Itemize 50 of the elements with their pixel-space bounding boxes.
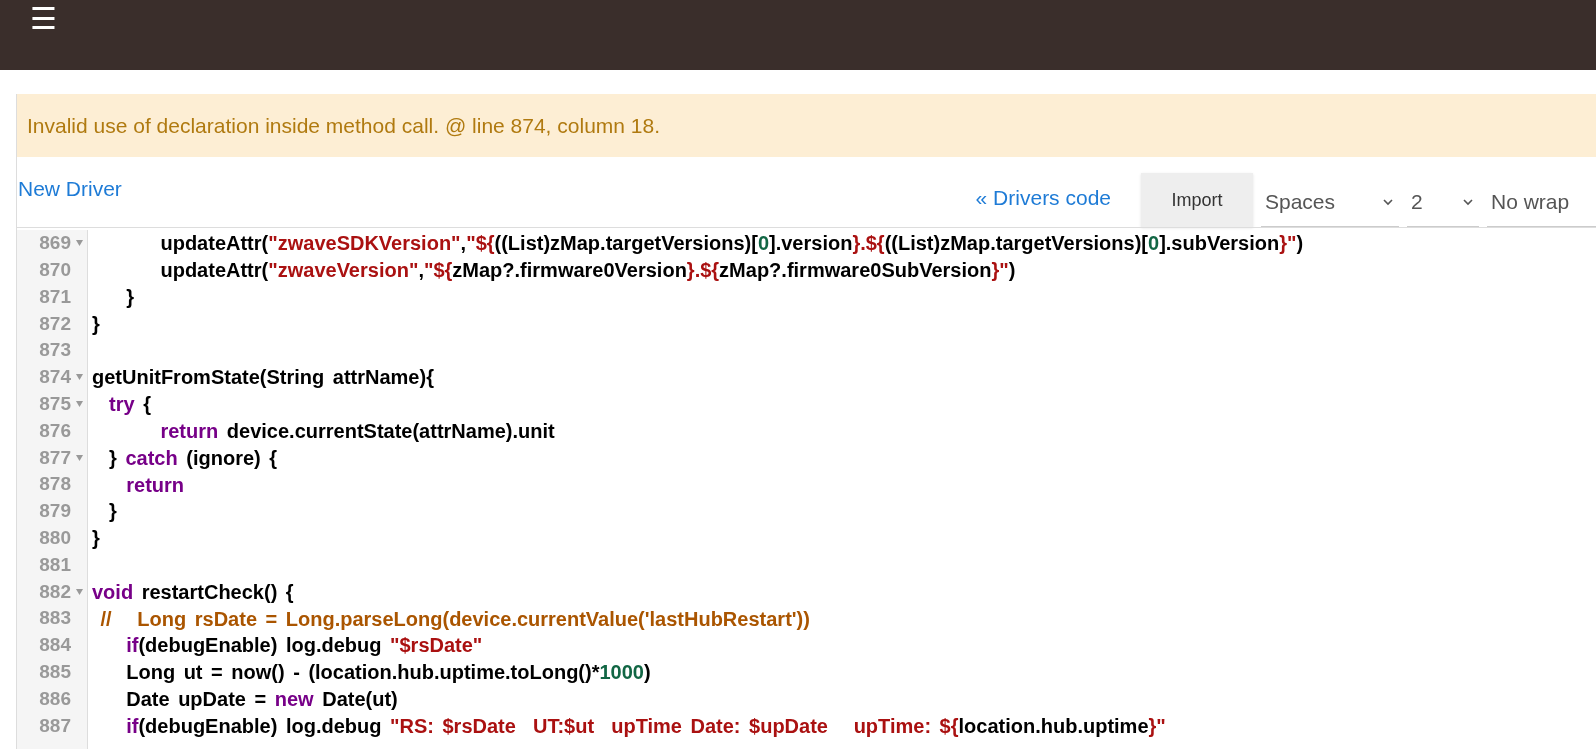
line-number: 884 bbox=[39, 633, 71, 658]
code-line: updateAttr("zwaveSDKVersion","${((List)zMap.targetVersions)[0].version}.${((List)zMap.targetVersions)[0].subVersion}") bbox=[159, 231, 1304, 257]
code-line: } bbox=[92, 311, 100, 337]
line-number: 877 bbox=[39, 445, 71, 470]
menu-button[interactable]: ☰ bbox=[30, 4, 57, 34]
line-number: 881 bbox=[39, 552, 71, 577]
fold-triangle-icon[interactable] bbox=[75, 240, 83, 247]
error-alert: Invalid use of declaration inside method call. @ line 874, column 18. bbox=[17, 94, 1596, 157]
code-line: void restartCheck() { bbox=[92, 579, 294, 605]
line-number: 879 bbox=[39, 499, 71, 524]
code-line: } bbox=[125, 285, 134, 310]
code-line: getUnitFromState(String attrName){ bbox=[92, 365, 434, 391]
import-button[interactable]: Import bbox=[1141, 173, 1253, 227]
fold-triangle-icon[interactable] bbox=[75, 588, 83, 595]
line-number: 883 bbox=[39, 606, 71, 631]
indent-type-select[interactable]: Spaces bbox=[1261, 177, 1399, 227]
line-number: 880 bbox=[39, 525, 71, 550]
drivers-code-link[interactable]: « Drivers code bbox=[975, 181, 1111, 213]
code-line: } bbox=[108, 499, 117, 525]
code-line: try { bbox=[108, 392, 152, 418]
line-number: 875 bbox=[39, 391, 71, 416]
code-line: // Long rsDate = Long.parseLong(device.currentValue('lastHubRestart')) bbox=[99, 606, 810, 632]
code-line: updateAttr("zwaveVersion","${zMap?.firmware0Version}.${zMap?.firmware0SubVersion}") bbox=[159, 258, 1016, 284]
line-number: 873 bbox=[39, 338, 71, 363]
indent-size-select[interactable]: 2 bbox=[1407, 177, 1479, 227]
code-line: } bbox=[92, 526, 100, 552]
line-number: 871 bbox=[39, 284, 71, 309]
code-editor[interactable] bbox=[17, 227, 1596, 749]
code-line: Long ut = now() - (location.hub.uptime.toLong()*1000) bbox=[125, 660, 651, 686]
line-number: 876 bbox=[39, 418, 71, 443]
code-line: if(debugEnable) log.debug "$rsDate" bbox=[125, 633, 483, 659]
line-number: 878 bbox=[39, 472, 71, 497]
code-line: } catch (ignore) { bbox=[108, 445, 278, 471]
fold-triangle-icon[interactable] bbox=[75, 454, 83, 461]
code-line: return device.currentState(attrName).unit bbox=[159, 419, 555, 444]
code-line: Date upDate = new Date(ut) bbox=[125, 686, 398, 712]
fold-triangle-icon[interactable] bbox=[75, 374, 83, 381]
fold-triangle-icon[interactable] bbox=[75, 401, 83, 408]
line-number: 874 bbox=[39, 365, 71, 390]
line-number: 870 bbox=[39, 257, 71, 282]
line-number: 872 bbox=[39, 311, 71, 336]
line-number: 885 bbox=[39, 659, 71, 684]
new-driver-link[interactable]: New Driver bbox=[18, 173, 122, 205]
line-number: 869 bbox=[39, 231, 71, 256]
line-number: 886 bbox=[39, 686, 71, 711]
line-number: 882 bbox=[39, 579, 71, 604]
code-line: if(debugEnable) log.debug "RS: $rsDate UT:$ut upTime Date: $upDate upTime: ${location.hub.uptime}" bbox=[125, 713, 1166, 739]
code-line: return bbox=[125, 472, 184, 498]
line-number: 887 bbox=[39, 713, 71, 738]
wrap-select[interactable]: No wrap bbox=[1487, 177, 1596, 227]
